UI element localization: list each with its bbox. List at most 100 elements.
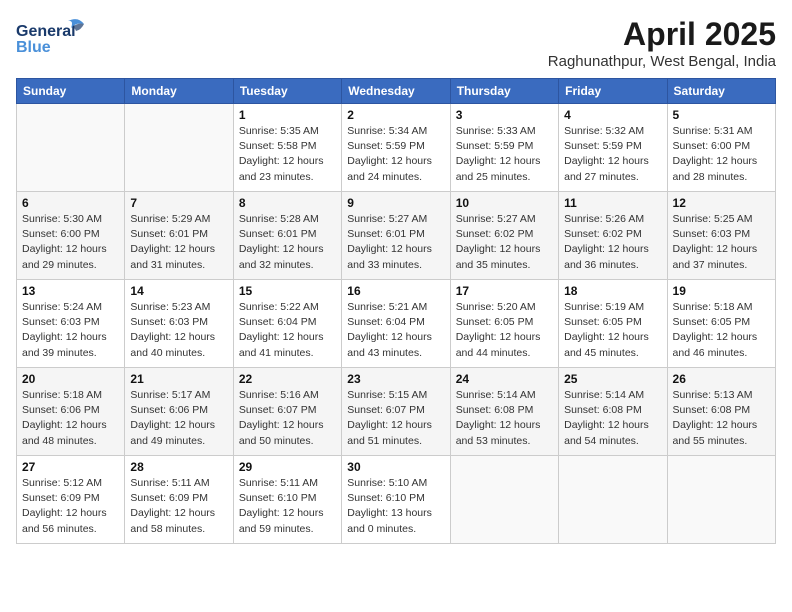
day-number: 25 — [564, 372, 661, 386]
logo-icon: General Blue — [16, 16, 86, 56]
location: Raghunathpur, West Bengal, India — [548, 53, 776, 70]
header-cell-monday: Monday — [125, 79, 233, 104]
day-cell: 20Sunrise: 5:18 AM Sunset: 6:06 PM Dayli… — [17, 368, 125, 456]
day-cell: 5Sunrise: 5:31 AM Sunset: 6:00 PM Daylig… — [667, 104, 775, 192]
day-number: 28 — [130, 460, 227, 474]
day-cell: 12 Sunrise: 5:25 AM Sunset: 6:03 PM Dayli… — [667, 192, 775, 280]
day-info: Sunrise: 5:13 AM Sunset: 6:08 PM Dayligh… — [673, 388, 770, 449]
day-info: Sunrise: 5:11 AM Sunset: 6:09 PM Dayligh… — [130, 476, 227, 537]
day-cell: 10 Sunrise: 5:27 AM Sunset: 6:02 PM Dayli… — [450, 192, 558, 280]
day-cell: 26 Sunrise: 5:13 AM Sunset: 6:08 PM Dayli… — [667, 368, 775, 456]
week-row-3: 13Sunrise: 5:24 AM Sunset: 6:03 PM Dayli… — [17, 280, 776, 368]
header-row: SundayMondayTuesdayWednesdayThursdayFrid… — [17, 79, 776, 104]
day-cell: 9Sunrise: 5:27 AM Sunset: 6:01 PM Daylig… — [342, 192, 450, 280]
day-info: Sunrise: 5:27 AM Sunset: 6:01 PM Dayligh… — [347, 212, 444, 273]
day-cell: 1 Sunrise: 5:35 AM Sunset: 5:58 PM Daylig… — [233, 104, 341, 192]
day-cell: 29Sunrise: 5:11 AM Sunset: 6:10 PM Dayli… — [233, 456, 341, 544]
week-row-2: 6Sunrise: 5:30 AM Sunset: 6:00 PM Daylig… — [17, 192, 776, 280]
day-cell: 16Sunrise: 5:21 AM Sunset: 6:04 PM Dayli… — [342, 280, 450, 368]
day-info: Sunrise: 5:35 AM Sunset: 5:58 PM Dayligh… — [239, 124, 336, 185]
day-cell: 13Sunrise: 5:24 AM Sunset: 6:03 PM Dayli… — [17, 280, 125, 368]
day-cell: 15 Sunrise: 5:22 AM Sunset: 6:04 PM Dayli… — [233, 280, 341, 368]
header-cell-sunday: Sunday — [17, 79, 125, 104]
day-number: 30 — [347, 460, 444, 474]
day-info: Sunrise: 5:18 AM Sunset: 6:05 PM Dayligh… — [673, 300, 770, 361]
day-cell — [17, 104, 125, 192]
day-cell: 2 Sunrise: 5:34 AM Sunset: 5:59 PM Daylig… — [342, 104, 450, 192]
day-cell: 19Sunrise: 5:18 AM Sunset: 6:05 PM Dayli… — [667, 280, 775, 368]
day-number: 24 — [456, 372, 553, 386]
calendar-body: 1 Sunrise: 5:35 AM Sunset: 5:58 PM Daylig… — [17, 104, 776, 544]
day-cell: 28 Sunrise: 5:11 AM Sunset: 6:09 PM Dayli… — [125, 456, 233, 544]
day-info: Sunrise: 5:31 AM Sunset: 6:00 PM Dayligh… — [673, 124, 770, 185]
day-cell: 22 Sunrise: 5:16 AM Sunset: 6:07 PM Dayli… — [233, 368, 341, 456]
day-number: 18 — [564, 284, 661, 298]
day-cell: 7Sunrise: 5:29 AM Sunset: 6:01 PM Daylig… — [125, 192, 233, 280]
page-header: General Blue April 2025 Raghunathpur, We… — [16, 16, 776, 70]
day-number: 27 — [22, 460, 119, 474]
day-info: Sunrise: 5:29 AM Sunset: 6:01 PM Dayligh… — [130, 212, 227, 273]
day-info: Sunrise: 5:17 AM Sunset: 6:06 PM Dayligh… — [130, 388, 227, 449]
month-year: April 2025 — [548, 16, 776, 53]
day-cell: 14 Sunrise: 5:23 AM Sunset: 6:03 PM Dayli… — [125, 280, 233, 368]
header-cell-friday: Friday — [559, 79, 667, 104]
day-number: 8 — [239, 196, 336, 210]
day-info: Sunrise: 5:34 AM Sunset: 5:59 PM Dayligh… — [347, 124, 444, 185]
svg-text:Blue: Blue — [16, 39, 51, 56]
day-number: 15 — [239, 284, 336, 298]
day-cell: 11 Sunrise: 5:26 AM Sunset: 6:02 PM Dayli… — [559, 192, 667, 280]
day-info: Sunrise: 5:12 AM Sunset: 6:09 PM Dayligh… — [22, 476, 119, 537]
day-cell: 3 Sunrise: 5:33 AM Sunset: 5:59 PM Daylig… — [450, 104, 558, 192]
day-info: Sunrise: 5:28 AM Sunset: 6:01 PM Dayligh… — [239, 212, 336, 273]
day-cell — [450, 456, 558, 544]
day-cell — [559, 456, 667, 544]
day-cell: 27 Sunrise: 5:12 AM Sunset: 6:09 PM Dayli… — [17, 456, 125, 544]
day-info: Sunrise: 5:24 AM Sunset: 6:03 PM Dayligh… — [22, 300, 119, 361]
day-cell: 8 Sunrise: 5:28 AM Sunset: 6:01 PM Daylig… — [233, 192, 341, 280]
day-cell — [125, 104, 233, 192]
day-number: 2 — [347, 108, 444, 122]
header-cell-thursday: Thursday — [450, 79, 558, 104]
day-number: 3 — [456, 108, 553, 122]
day-info: Sunrise: 5:26 AM Sunset: 6:02 PM Dayligh… — [564, 212, 661, 273]
day-info: Sunrise: 5:20 AM Sunset: 6:05 PM Dayligh… — [456, 300, 553, 361]
svg-text:General: General — [16, 23, 76, 40]
day-info: Sunrise: 5:33 AM Sunset: 5:59 PM Dayligh… — [456, 124, 553, 185]
header-cell-saturday: Saturday — [667, 79, 775, 104]
day-info: Sunrise: 5:14 AM Sunset: 6:08 PM Dayligh… — [456, 388, 553, 449]
day-info: Sunrise: 5:25 AM Sunset: 6:03 PM Dayligh… — [673, 212, 770, 273]
day-info: Sunrise: 5:22 AM Sunset: 6:04 PM Dayligh… — [239, 300, 336, 361]
day-number: 29 — [239, 460, 336, 474]
day-number: 4 — [564, 108, 661, 122]
header-cell-tuesday: Tuesday — [233, 79, 341, 104]
day-cell: 18Sunrise: 5:19 AM Sunset: 6:05 PM Dayli… — [559, 280, 667, 368]
day-number: 22 — [239, 372, 336, 386]
day-info: Sunrise: 5:15 AM Sunset: 6:07 PM Dayligh… — [347, 388, 444, 449]
day-info: Sunrise: 5:23 AM Sunset: 6:03 PM Dayligh… — [130, 300, 227, 361]
day-cell: 23 Sunrise: 5:15 AM Sunset: 6:07 PM Dayli… — [342, 368, 450, 456]
day-cell — [667, 456, 775, 544]
day-cell: 25Sunrise: 5:14 AM Sunset: 6:08 PM Dayli… — [559, 368, 667, 456]
day-number: 14 — [130, 284, 227, 298]
day-cell: 24 Sunrise: 5:14 AM Sunset: 6:08 PM Dayli… — [450, 368, 558, 456]
day-number: 11 — [564, 196, 661, 210]
week-row-4: 20Sunrise: 5:18 AM Sunset: 6:06 PM Dayli… — [17, 368, 776, 456]
day-number: 6 — [22, 196, 119, 210]
day-number: 12 — [673, 196, 770, 210]
day-cell: 21Sunrise: 5:17 AM Sunset: 6:06 PM Dayli… — [125, 368, 233, 456]
day-info: Sunrise: 5:27 AM Sunset: 6:02 PM Dayligh… — [456, 212, 553, 273]
day-number: 26 — [673, 372, 770, 386]
header-cell-wednesday: Wednesday — [342, 79, 450, 104]
day-info: Sunrise: 5:16 AM Sunset: 6:07 PM Dayligh… — [239, 388, 336, 449]
week-row-1: 1 Sunrise: 5:35 AM Sunset: 5:58 PM Daylig… — [17, 104, 776, 192]
day-cell: 4Sunrise: 5:32 AM Sunset: 5:59 PM Daylig… — [559, 104, 667, 192]
day-cell: 17Sunrise: 5:20 AM Sunset: 6:05 PM Dayli… — [450, 280, 558, 368]
day-number: 16 — [347, 284, 444, 298]
day-number: 23 — [347, 372, 444, 386]
day-number: 20 — [22, 372, 119, 386]
calendar-header: SundayMondayTuesdayWednesdayThursdayFrid… — [17, 79, 776, 104]
title-block: April 2025 Raghunathpur, West Bengal, In… — [548, 16, 776, 70]
day-number: 1 — [239, 108, 336, 122]
logo: General Blue — [16, 16, 86, 58]
day-number: 10 — [456, 196, 553, 210]
